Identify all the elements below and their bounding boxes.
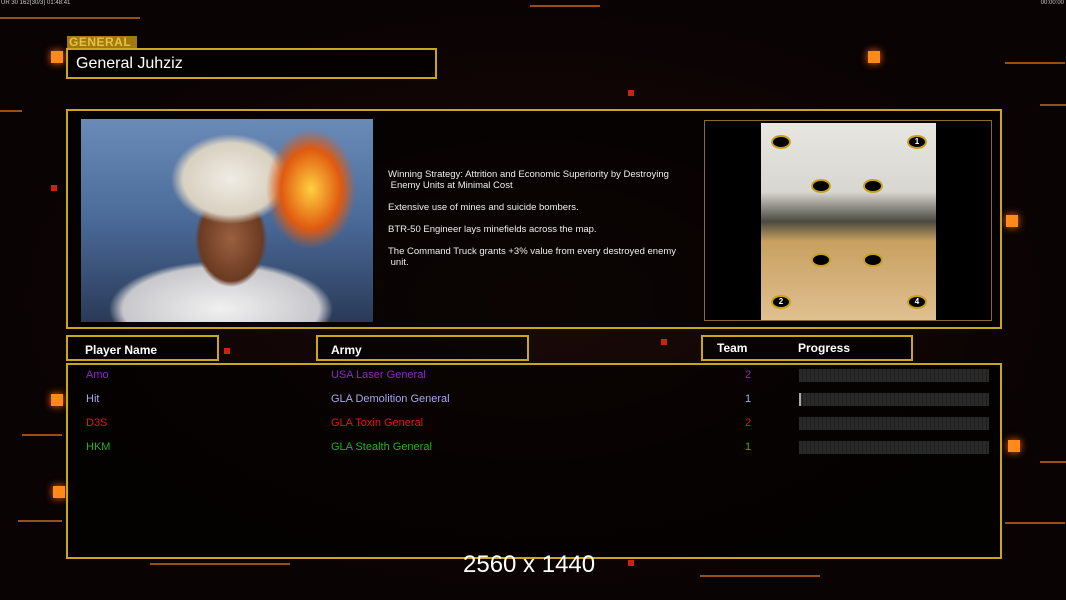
player-team: 2 <box>745 369 752 381</box>
start-slot-empty[interactable] <box>771 135 791 149</box>
progress-bar <box>799 369 989 382</box>
column-header-team-progress: Team Progress <box>701 335 913 361</box>
decor-line <box>700 575 820 577</box>
decor-line <box>1005 62 1065 64</box>
decor-line <box>150 563 290 565</box>
player-team: 2 <box>745 417 752 429</box>
decor-square <box>51 185 57 191</box>
decor-square <box>1006 215 1018 227</box>
player-row: HKM GLA Stealth General 1 <box>68 438 1000 458</box>
column-header-player: Player Name <box>66 335 219 361</box>
progress-bar <box>799 393 989 406</box>
player-name: HKM <box>86 441 111 453</box>
general-tag: GENERAL <box>67 36 137 48</box>
player-name: D3S <box>86 417 108 429</box>
decor-line <box>1040 104 1066 106</box>
progress-bar <box>799 417 989 430</box>
decor-square <box>1008 440 1020 452</box>
decor-square <box>628 560 634 566</box>
decor-line <box>22 434 62 436</box>
decor-line <box>530 5 600 7</box>
start-slot[interactable]: 4 <box>907 295 927 309</box>
general-name: General Juhziz <box>66 48 437 79</box>
column-header-army: Army <box>316 335 529 361</box>
progress-bar <box>799 441 989 454</box>
player-team: 1 <box>745 393 752 405</box>
decor-square <box>628 90 634 96</box>
general-info-panel: Winning Strategy: Attrition and Economic… <box>66 109 1002 329</box>
decor-square <box>661 339 667 345</box>
map-preview: 1 2 4 <box>704 120 992 321</box>
description-line: Winning Strategy: Attrition and Economic… <box>388 169 669 191</box>
player-name: Amo <box>86 369 109 381</box>
progress-fill <box>799 393 801 406</box>
start-slot[interactable]: 2 <box>771 295 791 309</box>
player-army: USA Laser General <box>331 369 426 381</box>
description-line: The Command Truck grants +3% value from … <box>388 246 677 268</box>
decor-square <box>51 394 63 406</box>
resolution-label: 2560 x 1440 <box>463 551 596 578</box>
player-team: 1 <box>745 441 752 453</box>
description-line: Extensive use of mines and suicide bombe… <box>388 202 579 213</box>
decor-line <box>1040 461 1066 463</box>
player-row: D3S GLA Toxin General 2 <box>68 414 1000 434</box>
general-description: Winning Strategy: Attrition and Economic… <box>388 169 698 279</box>
player-row: Hit GLA Demolition General 1 <box>68 390 1000 410</box>
start-slot-empty[interactable] <box>811 179 831 193</box>
decor-square <box>224 348 230 354</box>
decor-square <box>53 486 65 498</box>
description-line: BTR-50 Engineer lays minefields across t… <box>388 224 597 235</box>
player-army: GLA Demolition General <box>331 393 450 405</box>
general-portrait <box>81 119 373 322</box>
player-name: Hit <box>86 393 100 405</box>
column-header-progress: Progress <box>798 341 851 355</box>
column-header-team: Team <box>717 341 748 355</box>
decor-square <box>51 51 63 63</box>
player-army: GLA Stealth General <box>331 441 432 453</box>
start-slot-empty[interactable] <box>811 253 831 267</box>
start-slot-empty[interactable] <box>863 253 883 267</box>
player-army: GLA Toxin General <box>331 417 424 429</box>
player-list: Amo USA Laser General 2 Hit GLA Demoliti… <box>66 363 1002 559</box>
decor-line <box>18 520 62 522</box>
map-image: 1 2 4 <box>761 123 936 320</box>
decor-line <box>0 17 140 19</box>
player-row: Amo USA Laser General 2 <box>68 366 1000 386</box>
hud-stats: UR 30 162(30/3) 01:48:41 <box>1 0 71 6</box>
start-slot[interactable]: 1 <box>907 135 927 149</box>
decor-line <box>1005 522 1065 524</box>
decor-line <box>0 110 22 112</box>
decor-square <box>868 51 880 63</box>
start-slot-empty[interactable] <box>863 179 883 193</box>
hud-clock: 00:00:00 <box>1040 0 1064 6</box>
